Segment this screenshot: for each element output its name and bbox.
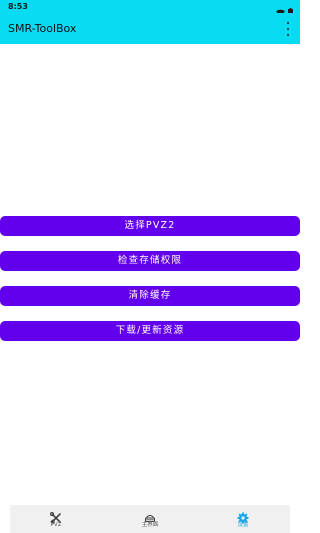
nav-label-settings: 设置	[237, 522, 249, 528]
bottom-nav: PVZ 主界面 设置	[10, 505, 290, 533]
gear-icon	[237, 509, 249, 524]
nav-item-pvz[interactable]: PVZ	[26, 505, 86, 533]
status-time: 8:53	[8, 2, 28, 11]
download-update-resources-button[interactable]: 下载/更新资源	[0, 321, 300, 341]
nav-label-pvz: PVZ	[50, 522, 62, 528]
clear-cache-button[interactable]: 清除缓存	[0, 286, 300, 306]
nav-item-home[interactable]: 主界面	[120, 505, 180, 533]
tools-icon	[49, 509, 62, 524]
select-pvz2-button[interactable]: 选择PVZ2	[0, 216, 300, 236]
home-icon	[144, 509, 156, 522]
nav-item-settings[interactable]: 设置	[213, 505, 273, 533]
status-bar: 8:53	[0, 0, 300, 17]
overflow-menu-icon[interactable]	[284, 22, 292, 36]
app-title: SMR-ToolBox	[8, 22, 77, 35]
check-storage-permission-button[interactable]: 检查存储权限	[0, 251, 300, 271]
nav-label-home: 主界面	[141, 522, 159, 528]
app-bar: SMR-ToolBox	[0, 13, 300, 44]
